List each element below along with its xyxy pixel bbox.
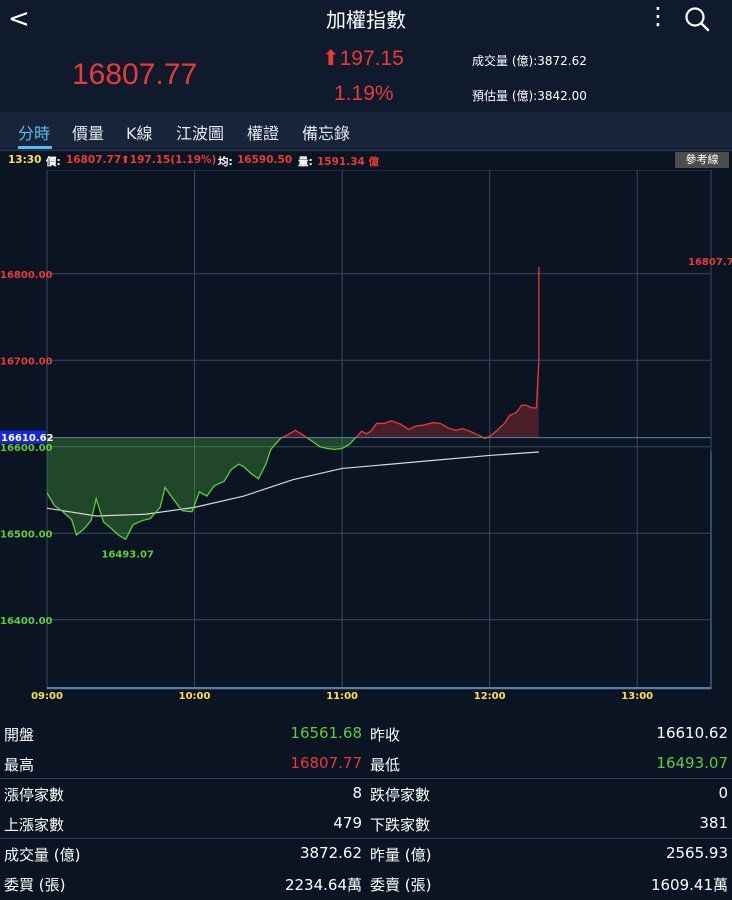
stat-value: 16561.68 xyxy=(290,724,362,742)
stat-value: 0 xyxy=(718,784,728,802)
stat-value: 2565.93 xyxy=(665,844,728,862)
stat-value: 381 xyxy=(699,814,728,832)
x-tick-label: 10:00 xyxy=(179,691,211,702)
page-title: 加權指數 xyxy=(326,8,406,32)
tab-memo[interactable]: 備忘錄 xyxy=(302,120,350,144)
up-arrow-icon: ⬆ xyxy=(322,47,340,70)
stat-label: 委買 (張) xyxy=(4,876,66,894)
y-tick-label: 16700.00 xyxy=(0,356,53,367)
stat-label: 昨量 (億) xyxy=(370,846,432,864)
more-options-icon[interactable]: ⋮ xyxy=(646,2,670,30)
stat-value: 16610.62 xyxy=(656,724,728,742)
high-price-label: 16807.77 xyxy=(688,257,732,268)
top-bar: < 加權指數 ⋮ xyxy=(0,0,732,38)
stat-label: 上漲家數 xyxy=(4,816,65,834)
stat-label: 跌停家數 xyxy=(370,786,431,804)
area-below-reference xyxy=(47,437,539,540)
x-tick-label: 09:00 xyxy=(31,691,63,702)
stat-value: 1609.41萬 xyxy=(650,876,728,894)
stats-row: 最高 16807.77 最低 16493.07 xyxy=(0,748,732,778)
low-price-label: 16493.07 xyxy=(101,549,154,560)
x-tick-label: 12:00 xyxy=(474,691,506,702)
info-avg: 16590.50 xyxy=(237,154,293,166)
stats-row: 成交量 (億) 3872.62 昨量 (億) 2565.93 xyxy=(0,838,732,868)
y-tick-label: 16500.00 xyxy=(0,529,53,540)
stat-value: 16493.07 xyxy=(656,754,728,772)
stat-label: 最高 xyxy=(4,756,35,774)
stat-value: 3872.62 xyxy=(299,844,362,862)
stat-label: 成交量 (億) xyxy=(4,846,81,864)
info-price-label: 價: xyxy=(46,156,61,168)
info-time: 13:30 xyxy=(8,154,42,166)
info-volume-label: 量: xyxy=(298,156,313,168)
reference-line-button[interactable]: 參考線 xyxy=(675,152,729,168)
y-tick-label: 16800.00 xyxy=(0,270,53,281)
stat-label: 開盤 xyxy=(4,726,35,744)
stat-value: 479 xyxy=(333,814,362,832)
stat-value: 16807.77 xyxy=(290,754,362,772)
price-change-value: 197.15 xyxy=(339,47,404,70)
stats-row: 上漲家數 479 下跌家數 381 xyxy=(0,808,732,838)
tab-elliott-wave[interactable]: 江波圖 xyxy=(176,120,224,144)
tab-bar: 分時 價量 K線 江波圖 權證 備忘錄 xyxy=(0,112,732,151)
tab-intraday[interactable]: 分時 xyxy=(18,120,50,144)
stat-label: 下跌家數 xyxy=(370,816,431,834)
info-price: 16807.77 xyxy=(66,154,122,166)
tab-warrants[interactable]: 權證 xyxy=(247,120,279,144)
info-volume: 1591.34 億 xyxy=(317,156,379,168)
active-tab-indicator xyxy=(18,146,52,149)
x-tick-label: 13:00 xyxy=(621,691,653,702)
price-change-percent: 1.19% xyxy=(334,82,394,105)
intraday-chart: 16800.00 16700.00 16600.00 16500.00 16400.00… xyxy=(0,170,732,702)
stat-label: 委賣 (張) xyxy=(370,876,432,894)
tab-kline[interactable]: K線 xyxy=(126,120,153,144)
current-price: 16807.77 xyxy=(72,58,198,91)
stats-row: 開盤 16561.68 昨收 16610.62 xyxy=(0,718,732,748)
stat-value: 8 xyxy=(352,784,362,802)
stat-label: 最低 xyxy=(370,756,401,774)
stats-row: 委買 (張) 2234.64萬 委賣 (張) 1609.41萬 xyxy=(0,868,732,898)
chart-info-bar: 13:30 價: 16807.77 ⬆197.15(1.19%) 均: 1659… xyxy=(0,152,732,170)
y-tick-label: 16600.00 xyxy=(0,443,53,454)
stats-row: 漲停家數 8 跌停家數 0 xyxy=(0,778,732,808)
info-change: ⬆197.15(1.19%) xyxy=(121,154,217,166)
stat-value: 2234.64萬 xyxy=(284,876,362,894)
volume-label: 成交量 (億):3872.62 xyxy=(472,54,587,68)
search-icon[interactable] xyxy=(684,6,710,32)
tab-price-volume[interactable]: 價量 xyxy=(72,120,104,144)
price-change: ⬆197.15 xyxy=(322,46,404,71)
estimated-volume-label: 預估量 (億):3842.00 xyxy=(472,89,587,103)
reference-label: 16610.62 xyxy=(1,433,54,444)
info-avg-label: 均: xyxy=(218,156,233,168)
quote-panel: 16807.77 ⬆197.15 1.19% 成交量 (億):3872.62 預… xyxy=(0,38,732,112)
x-tick-label: 11:00 xyxy=(326,691,358,702)
stat-label: 昨收 xyxy=(370,726,401,744)
stat-label: 漲停家數 xyxy=(4,786,65,804)
y-tick-label: 16400.00 xyxy=(0,616,53,627)
